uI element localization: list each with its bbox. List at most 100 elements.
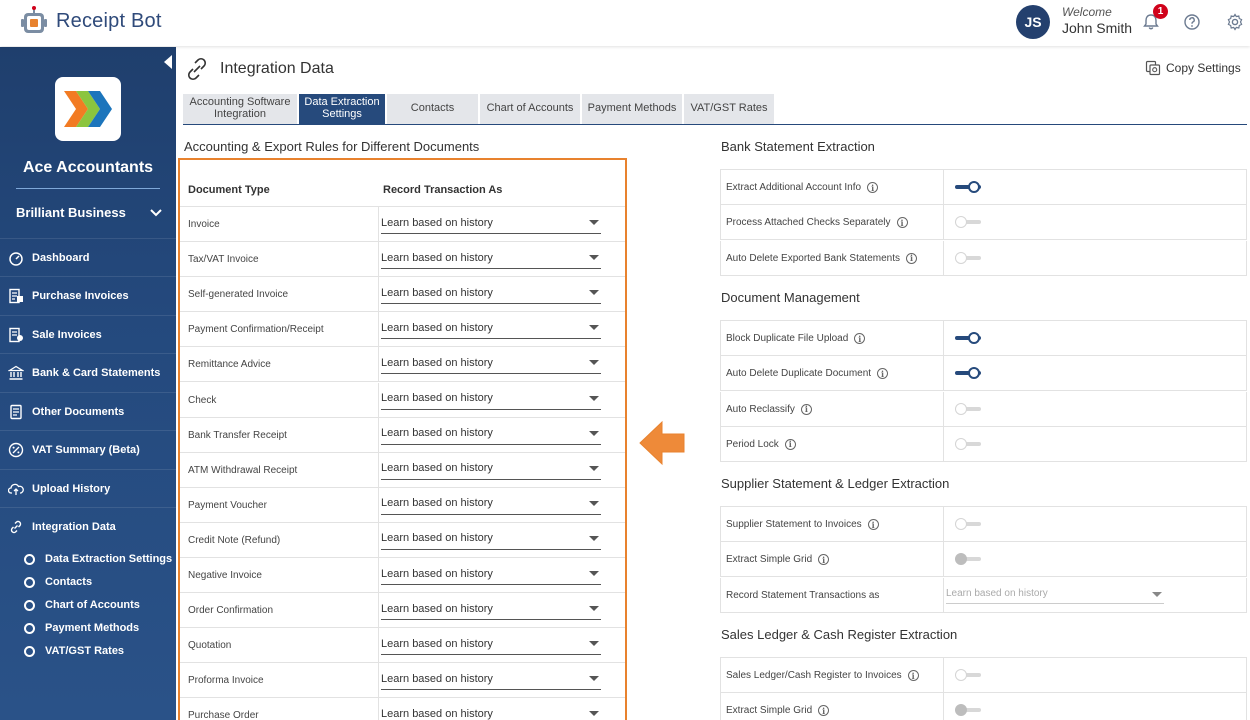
setting-row: Extract Simple Grid i <box>720 693 1247 720</box>
info-icon[interactable]: i <box>907 670 919 681</box>
info-icon[interactable]: i <box>818 554 830 566</box>
info-icon[interactable]: i <box>784 438 796 450</box>
setting-toggle[interactable] <box>955 704 981 717</box>
record-transaction-select[interactable]: Learn based on history <box>381 317 601 340</box>
nav-bank-card-statements[interactable]: Bank & Card Statements <box>0 353 176 391</box>
nav-label: Upload History <box>32 482 111 495</box>
subnav-label: Payment Methods <box>45 622 140 634</box>
nav-vat-summary[interactable]: VAT Summary (Beta) <box>0 430 176 468</box>
record-transaction-select[interactable]: Learn based on history <box>381 458 601 480</box>
subnav-label: VAT/GST Rates <box>45 645 125 657</box>
nav-integration-data[interactable]: Integration Data <box>0 507 176 545</box>
record-transaction-select[interactable]: Learn based on history <box>381 598 601 621</box>
info-icon[interactable]: i <box>867 182 879 193</box>
setting-toggle[interactable] <box>955 367 981 380</box>
nav-purchase-invoices[interactable]: Purchase Invoices <box>0 276 176 314</box>
record-transaction-select[interactable]: Learn based on history <box>381 703 601 720</box>
setting-label-text: Auto Reclassify <box>726 403 795 415</box>
divider <box>378 277 379 313</box>
setting-row: Supplier Statement to Invoices i <box>720 507 1247 542</box>
record-transaction-select[interactable]: Learn based on history <box>381 563 601 585</box>
setting-toggle[interactable] <box>955 669 981 681</box>
setting-label-text: Sales Ledger/Cash Register to Invoices <box>726 670 902 681</box>
nav-dashboard[interactable]: Dashboard <box>0 238 176 276</box>
divider <box>943 577 944 613</box>
info-icon[interactable]: i <box>906 252 917 264</box>
nav-label: Dashboard <box>32 251 90 264</box>
setting-toggle[interactable] <box>955 251 981 264</box>
business-selector[interactable]: Brilliant Business <box>16 205 162 220</box>
subnav-contacts[interactable]: Contacts <box>24 576 92 588</box>
help-icon[interactable] <box>1182 12 1202 32</box>
copy-settings-button[interactable]: Copy Settings <box>1145 60 1241 76</box>
subnav-vat-gst-rates[interactable]: VAT/GST Rates <box>24 645 124 657</box>
setting-toggle[interactable] <box>955 332 981 344</box>
tab-vat-gst-rates[interactable]: VAT/GST Rates <box>684 94 774 124</box>
info-icon[interactable]: i <box>867 519 879 530</box>
record-transaction-select[interactable]: Learn based on history <box>381 212 601 234</box>
percent-icon <box>8 442 24 457</box>
setting-toggle[interactable] <box>955 437 981 450</box>
subnav-chart-of-accounts[interactable]: Chart of Accounts <box>24 599 140 611</box>
nav-sale-invoices[interactable]: Sale Invoices <box>0 315 176 353</box>
info-icon[interactable]: i <box>896 217 908 229</box>
tab-contacts[interactable]: Contacts <box>387 94 478 124</box>
record-transaction-select[interactable]: Learn based on history <box>381 352 601 375</box>
nav-upload-history[interactable]: Upload History <box>0 469 176 507</box>
info-icon[interactable]: i <box>818 705 830 717</box>
collapse-sidebar-icon[interactable] <box>164 55 172 69</box>
bullet-icon <box>24 622 35 634</box>
select-value: Learn based on history <box>381 216 493 229</box>
business-name: Brilliant Business <box>16 205 126 220</box>
subnav-payment-methods[interactable]: Payment Methods <box>24 622 139 634</box>
bullet-icon <box>24 576 35 588</box>
record-transaction-select[interactable]: Learn based on history <box>381 282 601 305</box>
divider <box>943 356 944 392</box>
subnav-label: Chart of Accounts <box>45 599 140 611</box>
setting-toggle[interactable] <box>955 553 981 566</box>
setting-row: Auto Delete Exported Bank Statements i <box>720 240 1247 276</box>
gear-icon[interactable] <box>1225 12 1245 32</box>
bullet-icon <box>24 599 35 611</box>
record-transaction-select[interactable]: Learn based on history <box>381 247 601 270</box>
divider <box>943 426 944 462</box>
info-icon[interactable]: i <box>800 403 812 415</box>
info-icon[interactable]: i <box>854 333 866 344</box>
divider <box>378 242 379 278</box>
record-transaction-select[interactable]: Learn based on history <box>381 423 601 445</box>
caret-down-icon <box>589 360 599 366</box>
user-name[interactable]: John Smith <box>1062 20 1132 36</box>
record-transaction-select[interactable]: Learn based on history <box>381 528 601 550</box>
record-transaction-select[interactable]: Learn based on history <box>381 388 601 410</box>
tab-accounting-software-integration[interactable]: Accounting Software Integration <box>183 94 297 124</box>
user-avatar[interactable]: JS <box>1016 5 1050 39</box>
setting-label: Auto Delete Exported Bank Statements i <box>726 241 917 276</box>
setting-toggle[interactable] <box>955 181 981 193</box>
divider <box>378 698 379 720</box>
tab-payment-methods[interactable]: Payment Methods <box>582 94 682 124</box>
divider <box>378 452 379 488</box>
record-transaction-select[interactable]: Learn based on history <box>381 668 601 691</box>
divider <box>378 207 379 242</box>
nav-other-documents[interactable]: Other Documents <box>0 392 176 430</box>
setting-toggle[interactable] <box>955 216 981 229</box>
record-transaction-select[interactable]: Learn based on history <box>381 493 601 515</box>
divider <box>378 347 379 383</box>
subnav-data-extraction-settings[interactable]: Data Extraction Settings <box>24 553 172 565</box>
record-transaction-select[interactable]: Learn based on history <box>381 633 601 656</box>
tab-chart-of-accounts[interactable]: Chart of Accounts <box>480 94 580 124</box>
brand[interactable]: Receipt Bot <box>18 5 162 37</box>
setting-label-text: Auto Delete Duplicate Document <box>726 368 872 380</box>
divider <box>378 487 379 523</box>
divider <box>943 240 944 276</box>
setting-toggle[interactable] <box>955 518 981 530</box>
table-row: Self-generated Invoice Learn based on his… <box>180 277 625 313</box>
info-icon[interactable]: i <box>877 368 889 380</box>
caret-down-icon <box>589 535 599 541</box>
tab-data-extraction-settings[interactable]: Data Extraction Settings <box>299 94 385 124</box>
top-bar: Receipt Bot JS Welcome John Smith 1 <box>0 0 1250 46</box>
record-statement-select[interactable]: Learn based on history <box>946 584 1164 604</box>
document-type-label: Remittance Advice <box>188 359 271 371</box>
sale-invoice-icon <box>9 327 23 342</box>
setting-toggle[interactable] <box>955 402 981 415</box>
